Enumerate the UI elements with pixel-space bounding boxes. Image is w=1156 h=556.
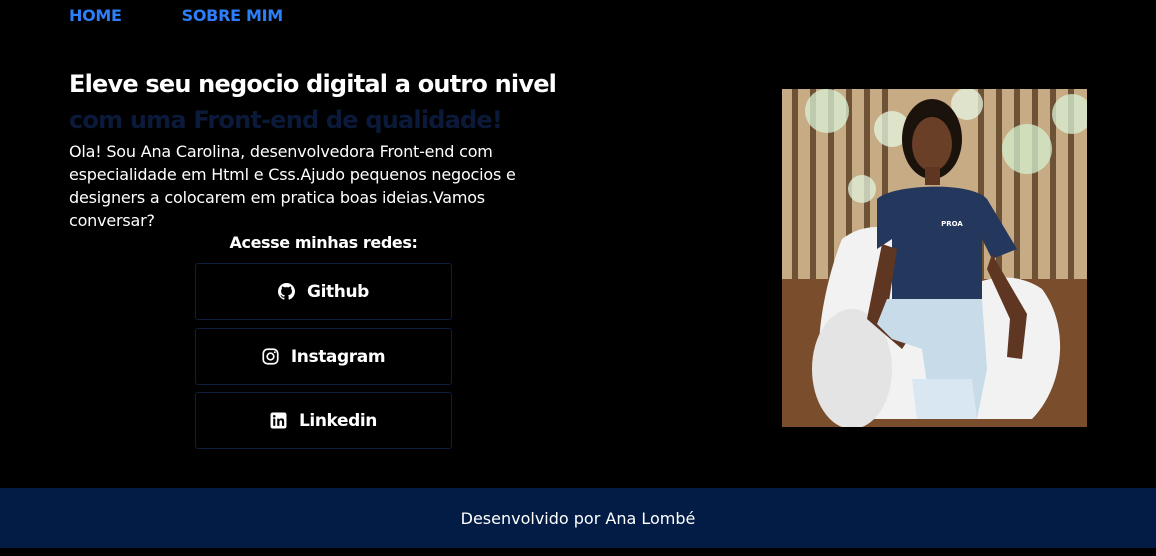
instagram-icon	[262, 348, 279, 365]
nav-home-link[interactable]: HOME	[69, 6, 122, 25]
hero-subtitle: com uma Front-end de qualidade!	[69, 106, 503, 134]
linkedin-button-label: Linkedin	[298, 410, 378, 431]
profile-photo: PROA	[782, 89, 1087, 427]
github-button[interactable]: Github	[195, 263, 452, 320]
instagram-button[interactable]: Instagram	[195, 328, 452, 385]
github-button-label: Github	[307, 281, 369, 302]
profile-photo-illustration: PROA	[782, 89, 1087, 427]
linkedin-icon	[270, 412, 287, 429]
footer-credit: Desenvolvido por Ana Lombé	[460, 508, 696, 528]
intro-text: Ola! Sou Ana Carolina, desenvolvedora Fr…	[69, 142, 516, 230]
top-nav: HOME SOBRE MIM	[69, 6, 283, 25]
nav-about-link[interactable]: SOBRE MIM	[182, 6, 284, 25]
github-icon	[278, 283, 296, 300]
hero-title: Eleve seu negocio digital a outro nivel	[69, 70, 557, 98]
linkedin-button[interactable]: Linkedin	[195, 392, 452, 449]
instagram-button-label: Instagram	[290, 346, 386, 367]
socials-heading: Acesse minhas redes:	[229, 233, 418, 252]
shirt-logo-text: PROA	[941, 220, 963, 228]
footer: Desenvolvido por Ana Lombé	[0, 488, 1156, 548]
bottom-strip	[0, 548, 1156, 556]
